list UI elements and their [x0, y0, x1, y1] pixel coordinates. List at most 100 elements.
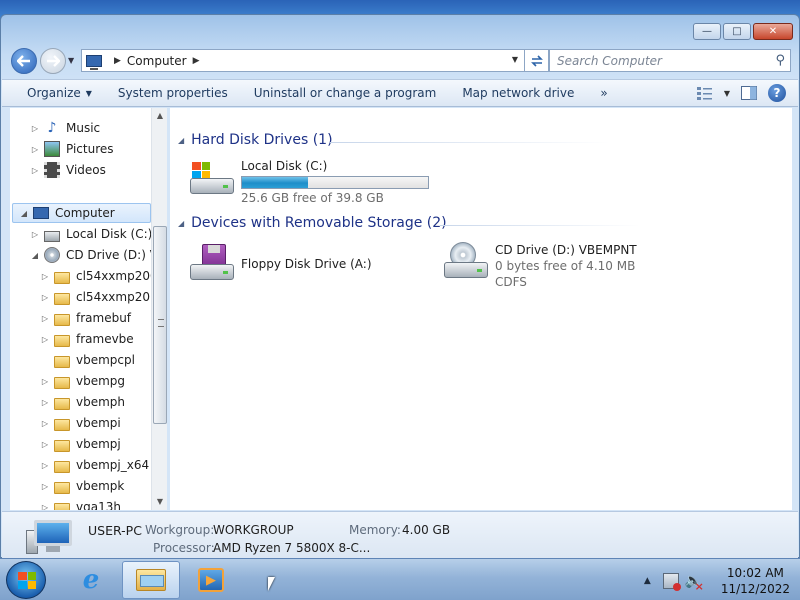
tree-item[interactable]: ◢ Computer: [12, 203, 151, 223]
action-center-icon[interactable]: [662, 573, 681, 591]
taskbar-media-player[interactable]: ▶: [182, 561, 240, 599]
breadcrumb-separator[interactable]: ▶: [193, 56, 200, 66]
help-icon[interactable]: ?: [768, 84, 786, 102]
close-button[interactable]: ✕: [753, 23, 793, 40]
disk-icon: [44, 230, 60, 242]
scroll-thumb[interactable]: [153, 226, 167, 424]
details-pane: USER-PC Workgroup: WORKGROUP Memory: 4.0…: [2, 511, 798, 559]
tree-item[interactable]: ▷ framevbe: [40, 329, 134, 349]
volume-muted-icon[interactable]: 🔈: [685, 573, 704, 593]
expand-icon[interactable]: ▷: [40, 272, 50, 281]
recent-pages-dropdown[interactable]: ▼: [68, 56, 74, 65]
scroll-up-arrow[interactable]: ▲: [152, 108, 168, 124]
drive-local-disk-c[interactable]: Local Disk (C:) 25.6 GB free of 39.8 GB: [188, 158, 429, 206]
scroll-down-arrow[interactable]: ▼: [152, 494, 168, 510]
arrow-right-icon: [47, 55, 60, 67]
taskbar-windows-explorer[interactable]: [122, 561, 180, 599]
tree-item[interactable]: ▷ cl54xxmp2009: [40, 266, 165, 286]
tree-item-label: vbempcpl: [76, 353, 135, 367]
clock[interactable]: 10:02 AM 11/12/2022: [721, 565, 790, 597]
breadcrumb-separator[interactable]: ▶: [114, 56, 121, 66]
view-list-icon: [696, 87, 712, 100]
tree-item-label: Music: [66, 121, 101, 135]
drive-cd-d[interactable]: CD Drive (D:) VBEMPNT 0 bytes free of 4.…: [442, 242, 637, 290]
tree-item[interactable]: ▷ vbemph: [40, 392, 125, 412]
forward-button[interactable]: [40, 48, 66, 74]
minimize-button[interactable]: —: [693, 23, 721, 40]
folder-icon: [54, 292, 70, 305]
tree-item[interactable]: ▷ cl54xxmp2015: [40, 287, 165, 307]
drive-floppy-a[interactable]: Floppy Disk Drive (A:): [188, 244, 372, 282]
preview-pane-button[interactable]: [740, 85, 758, 101]
expand-icon[interactable]: ▷: [40, 440, 50, 449]
tree-item[interactable]: ▷ vga13h: [40, 497, 121, 510]
tree-item[interactable]: ▷ ♪ Music: [30, 118, 100, 138]
maximize-button[interactable]: □: [723, 23, 751, 40]
expand-icon[interactable]: ◢: [19, 209, 29, 218]
folder-icon: [54, 313, 70, 326]
folder-icon: [54, 376, 70, 389]
drive-name: CD Drive (D:) VBEMPNT: [495, 243, 637, 257]
expand-icon[interactable]: ▷: [40, 482, 50, 491]
uninstall-program-button[interactable]: Uninstall or change a program: [241, 79, 450, 107]
navigation-pane: ▷ ♪ Music ▷ Pictures ▷ Videos ◢ Computer ▷ Local D…: [10, 108, 167, 510]
tree-item[interactable]: ◢CD Drive (D:) VBEMPNT: [30, 245, 166, 265]
tree-item[interactable]: ▷ Local Disk (C:): [30, 224, 152, 244]
expand-icon[interactable]: ◢: [30, 251, 40, 260]
tree-item[interactable]: ▷ Videos: [30, 160, 106, 180]
folder-icon: [54, 418, 70, 431]
expand-icon[interactable]: ▷: [40, 335, 50, 344]
collapse-icon: ◢: [178, 135, 185, 145]
system-properties-button[interactable]: System properties: [105, 79, 241, 107]
back-button[interactable]: [11, 48, 37, 74]
expand-icon[interactable]: ▷: [30, 145, 40, 154]
group-header-removable[interactable]: ◢ Devices with Removable Storage (2): [178, 215, 447, 231]
address-dropdown[interactable]: ▼: [512, 55, 518, 64]
search-icon[interactable]: ⚲: [775, 53, 785, 68]
cd-drive-icon: [442, 242, 490, 280]
tree-item[interactable]: ▷ vbempj: [40, 434, 121, 454]
tree-item[interactable]: ▷ framebuf: [40, 308, 131, 328]
tree-item-label: framebuf: [76, 311, 132, 325]
tree-item[interactable]: vbempcpl: [40, 350, 135, 370]
expand-icon[interactable]: ▷: [40, 377, 50, 386]
caption-buttons: — □ ✕: [693, 23, 793, 40]
tree-item[interactable]: ▷ vbempi: [40, 413, 121, 433]
drive-name: Local Disk (C:): [241, 159, 328, 173]
expand-icon[interactable]: ▷: [40, 398, 50, 407]
folder-icon: [54, 502, 70, 510]
more-commands-button[interactable]: »: [587, 79, 620, 107]
tree-item[interactable]: ▷ vbempk: [40, 476, 124, 496]
group-divider: [330, 142, 610, 143]
expand-icon[interactable]: ▷: [40, 461, 50, 470]
map-network-drive-button[interactable]: Map network drive: [449, 79, 587, 107]
change-view-button[interactable]: [696, 85, 714, 101]
taskbar-internet-explorer[interactable]: e: [62, 561, 120, 599]
start-button[interactable]: [6, 561, 46, 599]
computer-icon: [86, 54, 102, 70]
group-divider: [440, 225, 640, 226]
search-placeholder: Search Computer: [557, 53, 662, 68]
tree-item[interactable]: ▷ vbempj_x64: [40, 455, 149, 475]
group-header-hard-disks[interactable]: ◢ Hard Disk Drives (1): [178, 132, 333, 148]
address-bar[interactable]: ▶ Computer ▶ ▼: [81, 49, 525, 72]
expand-icon[interactable]: ▷: [40, 293, 50, 302]
navigation-scrollbar[interactable]: ▲ ▼: [151, 108, 167, 510]
tree-item-label: Computer: [55, 206, 115, 220]
tree-item-label: vbempg: [76, 374, 126, 388]
expand-icon[interactable]: ▷: [40, 314, 50, 323]
tree-item[interactable]: ▷ vbempg: [40, 371, 125, 391]
expand-icon[interactable]: ▷: [30, 124, 40, 133]
view-dropdown-icon[interactable]: ▼: [724, 89, 730, 98]
organize-button[interactable]: Organize ▼: [2, 79, 105, 107]
search-input[interactable]: Search Computer ⚲: [549, 49, 791, 72]
refresh-button[interactable]: [525, 49, 549, 72]
show-hidden-icons-button[interactable]: ▲: [644, 576, 651, 586]
expand-icon[interactable]: ▷: [40, 503, 50, 511]
tree-item[interactable]: ▷ Pictures: [30, 139, 114, 159]
expand-icon[interactable]: ▷: [30, 230, 40, 239]
taskbar: e ▶ ▲ 🔈 10:02 AM 11/12/2022: [0, 558, 800, 600]
breadcrumb-computer[interactable]: Computer: [127, 54, 187, 68]
expand-icon[interactable]: ▷: [30, 166, 40, 175]
expand-icon[interactable]: ▷: [40, 419, 50, 428]
